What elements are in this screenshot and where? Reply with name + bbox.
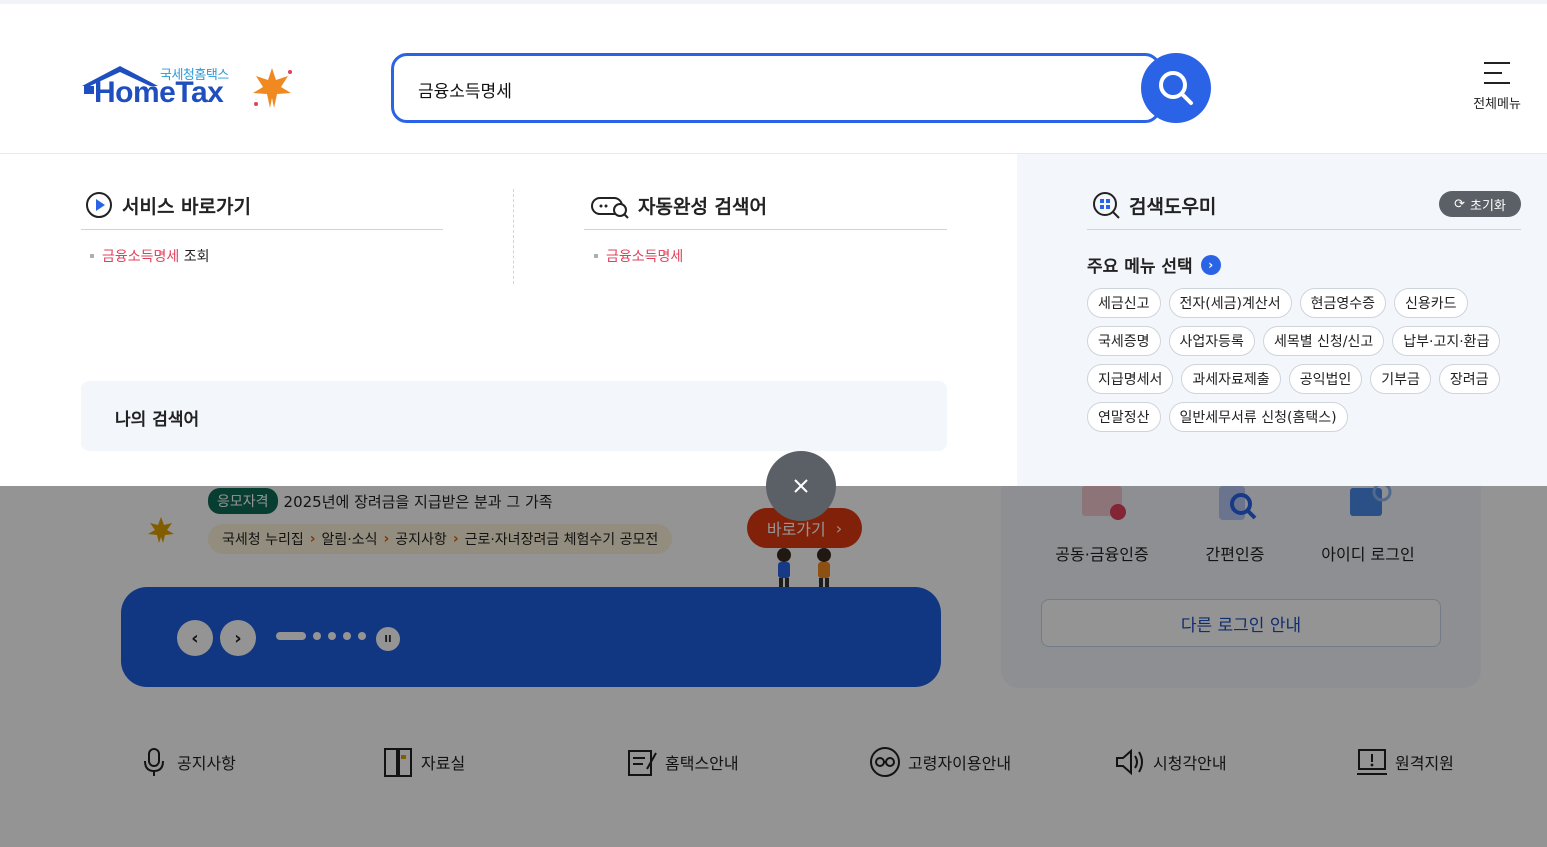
main-menu-select-label: 주요 메뉴 선택 (1087, 257, 1193, 277)
menu-chip[interactable]: 지급명세서 (1087, 364, 1174, 394)
dim-overlay[interactable] (0, 486, 1547, 847)
service-shortcut-item[interactable]: 금융소득명세 조회 (90, 246, 210, 266)
menu-chip[interactable]: 전자(세금)계산서 (1168, 288, 1292, 318)
result-highlight: 금융소득명세 (102, 249, 180, 265)
all-menu-label: 전체메뉴 (1473, 97, 1521, 112)
service-shortcut-title: 서비스 바로가기 (122, 195, 251, 218)
search-helper-title: 검색도우미 (1129, 195, 1217, 218)
menu-chip[interactable]: 사업자등록 (1168, 326, 1255, 356)
service-shortcut-heading: 서비스 바로가기 (84, 190, 251, 220)
close-icon (794, 479, 808, 493)
my-search-title: 나의 검색어 (115, 410, 200, 430)
menu-chip[interactable]: 장려금 (1438, 364, 1500, 394)
hometax-logo[interactable]: 국세청홈택스 HomeTax (80, 58, 300, 118)
menu-chip[interactable]: 세목별 신청/신고 (1262, 326, 1385, 356)
autocomplete-title: 자동완성 검색어 (638, 195, 767, 218)
search-helper-heading: 검색도우미 (1091, 190, 1216, 220)
divider (1087, 229, 1521, 230)
divider (584, 229, 947, 230)
autocomplete-heading: 자동완성 검색어 (590, 190, 767, 220)
search-grid-icon (1093, 192, 1120, 219)
menu-chip[interactable]: 국세증명 (1087, 326, 1161, 356)
menu-chip[interactable]: 일반세무서류 신청(홈택스) (1168, 402, 1348, 432)
reset-label: 초기화 (1470, 198, 1506, 214)
menu-chips: 세금신고 전자(세금)계산서 현금영수증 신용카드 국세증명 사업자등록 세목별… (1087, 288, 1527, 432)
close-search-button[interactable] (766, 451, 836, 521)
search-box (391, 53, 1161, 123)
main-menu-select[interactable]: 주요 메뉴 선택 › (1087, 252, 1221, 277)
logo-title: HomeTax (94, 76, 224, 109)
divider (81, 229, 443, 230)
menu-chip[interactable]: 기부금 (1370, 364, 1431, 394)
vertical-divider (513, 189, 514, 284)
all-menu-button[interactable]: 전체메뉴 (1467, 62, 1527, 117)
reset-button[interactable]: ⟳ 초기화 (1439, 191, 1521, 217)
result-rest: 조회 (179, 249, 210, 265)
menu-chip[interactable]: 연말정산 (1087, 402, 1161, 432)
search-button[interactable] (1141, 53, 1211, 123)
bullet (594, 254, 598, 258)
autocomplete-item[interactable]: 금융소득명세 (594, 246, 683, 266)
my-search-box: 나의 검색어 (81, 381, 947, 451)
play-circle-icon (86, 192, 112, 218)
menu-chip[interactable]: 납부·고지·환급 (1392, 326, 1501, 356)
keyboard-search-icon (591, 197, 629, 219)
menu-chip[interactable]: 세금신고 (1087, 288, 1161, 318)
search-icon (1159, 71, 1193, 105)
result-highlight: 금융소득명세 (606, 249, 684, 265)
header: 국세청홈택스 HomeTax 전체메뉴 (0, 4, 1547, 154)
chevron-right-icon: › (1200, 254, 1221, 275)
search-dropdown-panel: 서비스 바로가기 금융소득명세 조회 자동완성 검색어 금융소득명세 나의 검색… (0, 154, 1547, 486)
search-input[interactable] (418, 74, 1118, 104)
menu-chip[interactable]: 공익법인 (1288, 364, 1363, 394)
refresh-icon: ⟳ (1454, 196, 1465, 212)
menu-chip[interactable]: 과세자료제출 (1181, 364, 1281, 394)
hamburger-icon (1484, 62, 1510, 84)
menu-chip[interactable]: 신용카드 (1394, 288, 1468, 318)
bullet (90, 254, 94, 258)
menu-chip[interactable]: 현금영수증 (1299, 288, 1387, 318)
maple-leaf-icon (253, 68, 292, 108)
